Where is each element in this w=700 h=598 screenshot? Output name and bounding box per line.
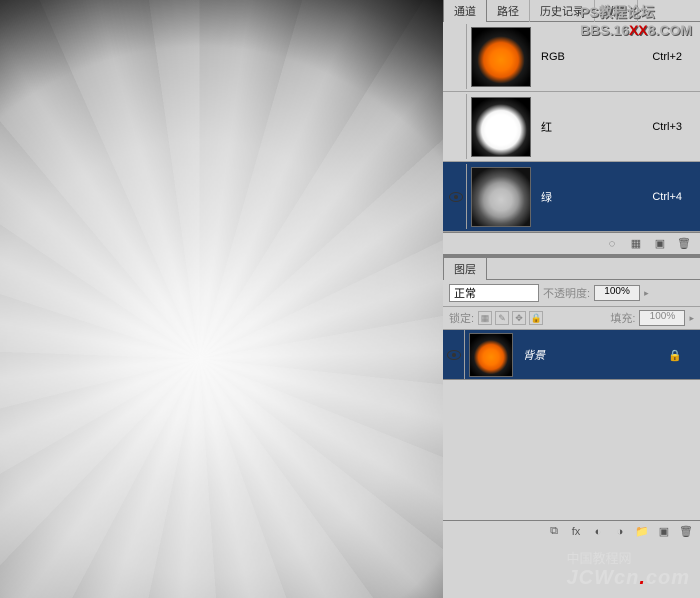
adjustment-layer-icon[interactable]: ◑	[612, 524, 628, 540]
layers-empty-area	[443, 380, 700, 520]
channel-row-green[interactable]: 绿 Ctrl+4	[443, 162, 700, 232]
lock-icon: 🔒	[668, 349, 680, 361]
opacity-label: 不透明度:	[543, 285, 590, 301]
blend-mode-select[interactable]: 正常	[449, 284, 539, 302]
layers-panel: 图层 正常 不透明度: 100% ▸ 锁定: ▦ ✎ ✥ 🔒 填充: 100% …	[443, 258, 700, 542]
watermark-top: PS教程论坛 BBS.16XX8.COM	[580, 2, 692, 38]
link-layers-icon[interactable]: ⧉	[546, 524, 562, 540]
channel-shortcut: Ctrl+2	[652, 51, 698, 63]
layers-panel-tabs: 图层	[443, 258, 700, 280]
delete-channel-icon[interactable]: 🗑	[676, 236, 692, 252]
layer-mask-icon[interactable]: ◐	[590, 524, 606, 540]
watermark-xx: XX	[629, 22, 648, 38]
group-icon[interactable]: 📁	[634, 524, 650, 540]
watermark-bottom: 中国教程网 JCWcn.com	[567, 548, 690, 590]
layers-controls-row2: 锁定: ▦ ✎ ✥ 🔒 填充: 100% ▸	[443, 307, 700, 330]
load-selection-icon[interactable]: ◌	[604, 236, 620, 252]
channel-name: 绿	[535, 189, 652, 205]
fill-label: 填充:	[610, 310, 635, 326]
channel-list: RGB Ctrl+2 红 Ctrl+3 绿 Ctrl+4	[443, 22, 700, 232]
visibility-toggle[interactable]	[443, 330, 465, 379]
layers-footer: ⧉ fx ◐ ◑ 📁 ▣ 🗑	[443, 520, 700, 542]
grayscale-flower-image	[0, 0, 443, 598]
lock-pixels-icon[interactable]: ✎	[495, 311, 509, 325]
layer-row-background[interactable]: 背景 🔒	[443, 330, 700, 380]
channels-footer: ◌ ▦ ▣ 🗑	[443, 232, 700, 254]
opacity-input[interactable]: 100%	[594, 285, 640, 301]
lock-position-icon[interactable]: ✥	[512, 311, 526, 325]
channel-name: RGB	[535, 51, 652, 63]
channel-thumb-red	[471, 97, 531, 157]
layer-thumb	[469, 333, 513, 377]
watermark-suffix: 8.COM	[648, 22, 692, 38]
watermark-jcw: JCWcn	[567, 567, 640, 589]
delete-layer-icon[interactable]: 🗑	[678, 524, 694, 540]
channel-shortcut: Ctrl+3	[652, 121, 698, 133]
channel-thumb-rgb	[471, 27, 531, 87]
new-channel-icon[interactable]: ▣	[652, 236, 668, 252]
tab-paths[interactable]: 路径	[487, 0, 530, 22]
eye-icon	[449, 192, 463, 202]
channel-shortcut: Ctrl+4	[652, 191, 698, 203]
lock-label: 锁定:	[449, 310, 474, 326]
fill-arrow-icon[interactable]: ▸	[689, 313, 694, 324]
watermark-prefix: BBS.16	[580, 22, 629, 38]
visibility-toggle[interactable]	[445, 94, 467, 159]
layer-name: 背景	[517, 347, 668, 363]
layer-style-icon[interactable]: fx	[568, 524, 584, 540]
layer-list: 背景 🔒	[443, 330, 700, 380]
flower-petals-texture	[0, 0, 443, 598]
channel-thumb-green	[471, 167, 531, 227]
new-layer-icon[interactable]: ▣	[656, 524, 672, 540]
watermark-bottom-cn: 中国教程网	[567, 548, 690, 567]
opacity-arrow-icon[interactable]: ▸	[644, 288, 649, 299]
lock-all-icon[interactable]: 🔒	[529, 311, 543, 325]
tab-layers[interactable]: 图层	[443, 257, 487, 280]
panels-sidebar: 通道 路径 历史记录 动作 RGB Ctrl+2 红 Ctrl+3 绿 Ctrl…	[443, 0, 700, 598]
watermark-top-line1: PS教程论坛	[580, 2, 692, 22]
watermark-com: com	[646, 567, 690, 589]
tab-channels[interactable]: 通道	[443, 0, 487, 22]
canvas-area[interactable]	[0, 0, 443, 598]
channel-name: 红	[535, 119, 652, 135]
save-selection-icon[interactable]: ▦	[628, 236, 644, 252]
visibility-toggle[interactable]	[445, 164, 467, 229]
visibility-toggle[interactable]	[445, 24, 467, 89]
eye-icon	[447, 350, 461, 360]
layers-controls-row1: 正常 不透明度: 100% ▸	[443, 280, 700, 307]
fill-group: 填充: 100% ▸	[610, 310, 694, 326]
fill-input[interactable]: 100%	[639, 310, 685, 326]
channel-row-red[interactable]: 红 Ctrl+3	[443, 92, 700, 162]
lock-transparency-icon[interactable]: ▦	[478, 311, 492, 325]
lock-icons-group: ▦ ✎ ✥ 🔒	[478, 311, 543, 325]
